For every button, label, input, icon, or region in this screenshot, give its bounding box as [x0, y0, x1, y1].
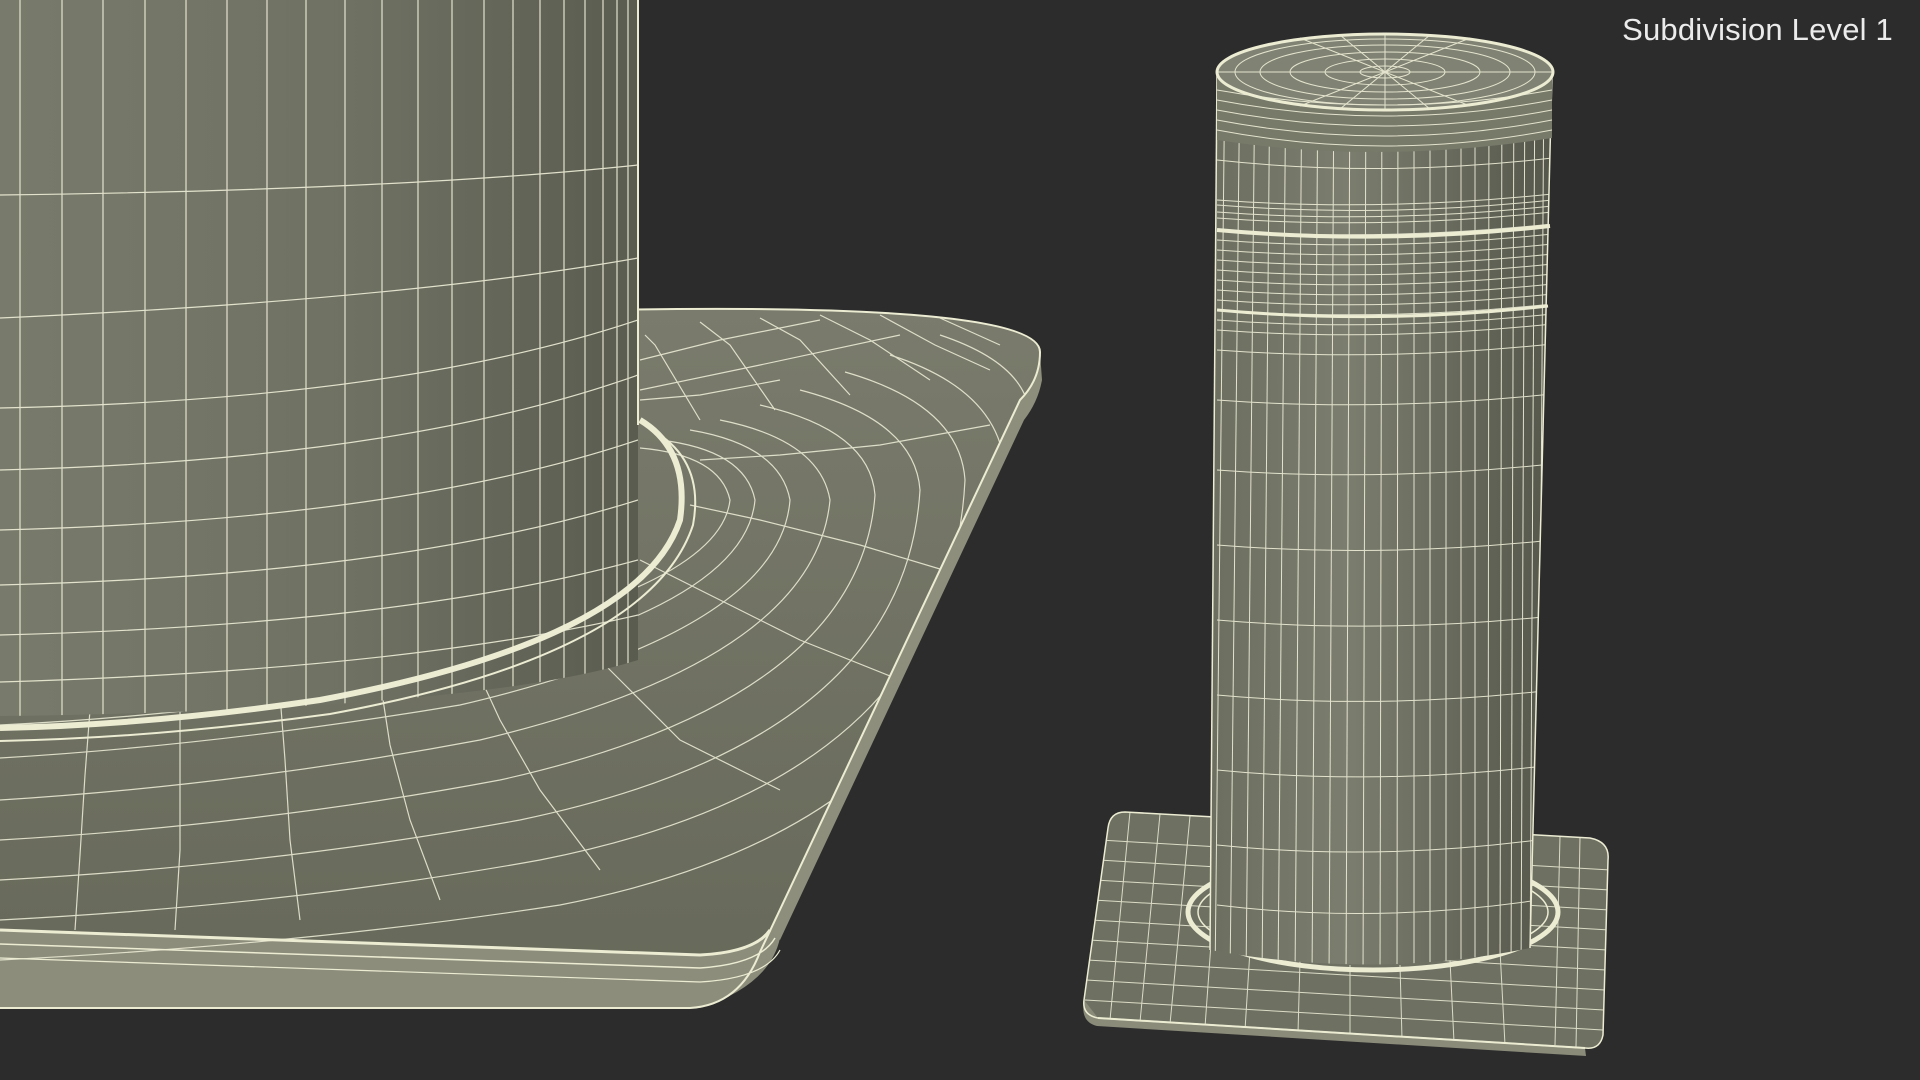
render-viewport: [0, 0, 1609, 1056]
subdivision-level-label: Subdivision Level 1: [1622, 12, 1893, 47]
small-cylinder: [1209, 71, 1553, 965]
cylinder-top-cap: [1215, 32, 1555, 153]
small-bollard-full: [1083, 32, 1609, 1056]
large-bollard-closeup: [0, 0, 1042, 1009]
cylinder-body: [0, 0, 697, 742]
